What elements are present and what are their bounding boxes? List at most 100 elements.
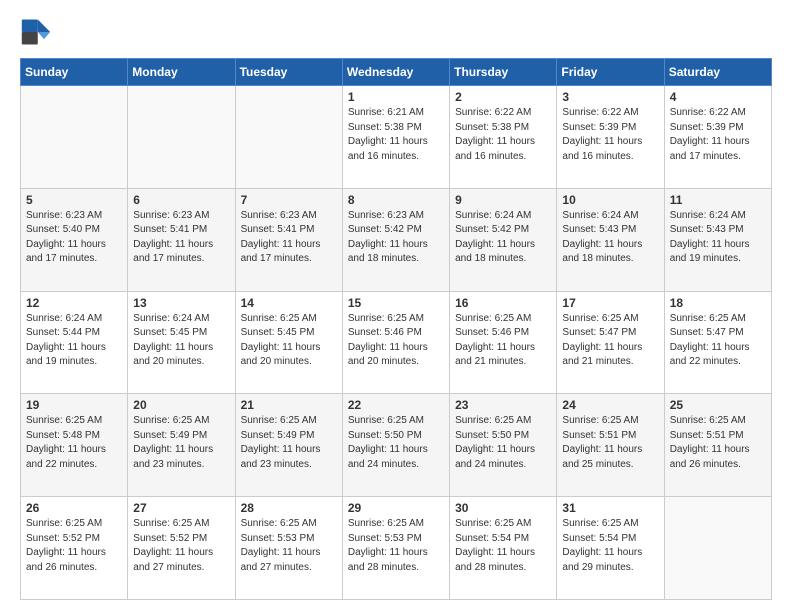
day-number: 14 xyxy=(241,296,337,310)
day-cell-9: 9Sunrise: 6:24 AMSunset: 5:42 PMDaylight… xyxy=(450,188,557,291)
day-number: 31 xyxy=(562,501,658,515)
day-cell-27: 27 Sunrise: 6:25 AMSunset: 5:52 PMDayligh… xyxy=(128,497,235,600)
day-cell-18: 18 Sunrise: 6:25 AMSunset: 5:47 PMDayligh… xyxy=(664,291,771,394)
day-number: 20 xyxy=(133,398,229,412)
day-number: 22 xyxy=(348,398,444,412)
day-info: Sunrise: 6:25 AMSunset: 5:49 PMDaylight:… xyxy=(241,414,337,472)
day-info: Sunrise: 6:25 AMSunset: 5:49 PMDaylight:… xyxy=(133,414,229,472)
day-info: Sunrise: 6:25 AMSunset: 5:47 PMDaylight:… xyxy=(562,312,658,370)
day-cell-29: 29Sunrise: 6:25 AMSunset: 5:53 PMDayligh… xyxy=(342,497,449,600)
day-cell-11: 11 Sunrise: 6:24 AMSunset: 5:43 PMDayligh… xyxy=(664,188,771,291)
day-cell-20: 20 Sunrise: 6:25 AMSunset: 5:49 PMDayligh… xyxy=(128,394,235,497)
day-number: 25 xyxy=(670,398,766,412)
day-info: Sunrise: 6:25 AMSunset: 5:46 PMDaylight:… xyxy=(348,312,444,370)
day-number: 5 xyxy=(26,193,122,207)
calendar-week-1: 1Sunrise: 6:21 AMSunset: 5:38 PMDaylight… xyxy=(21,86,772,189)
day-number: 2 xyxy=(455,90,551,104)
logo-icon xyxy=(20,16,52,48)
empty-cell xyxy=(235,86,342,189)
day-cell-16: 16 Sunrise: 6:25 AMSunset: 5:46 PMDayligh… xyxy=(450,291,557,394)
day-cell-4: 4 Sunrise: 6:22 AMSunset: 5:39 PMDaylight… xyxy=(664,86,771,189)
day-info: Sunrise: 6:24 AMSunset: 5:45 PMDaylight:… xyxy=(133,312,229,370)
day-number: 28 xyxy=(241,501,337,515)
day-cell-3: 3Sunrise: 6:22 AMSunset: 5:39 PMDaylight… xyxy=(557,86,664,189)
weekday-monday: Monday xyxy=(128,59,235,86)
day-number: 18 xyxy=(670,296,766,310)
calendar-week-2: 5 Sunrise: 6:23 AMSunset: 5:40 PMDaylight… xyxy=(21,188,772,291)
day-info: Sunrise: 6:25 AMSunset: 5:46 PMDaylight:… xyxy=(455,312,551,370)
day-info: Sunrise: 6:24 AMSunset: 5:44 PMDaylight:… xyxy=(26,312,122,370)
day-info: Sunrise: 6:22 AMSunset: 5:39 PMDaylight:… xyxy=(562,106,658,164)
empty-cell xyxy=(128,86,235,189)
day-info: Sunrise: 6:25 AMSunset: 5:53 PMDaylight:… xyxy=(241,517,337,575)
day-info: Sunrise: 6:25 AMSunset: 5:50 PMDaylight:… xyxy=(348,414,444,472)
day-info: Sunrise: 6:24 AMSunset: 5:43 PMDaylight:… xyxy=(670,209,766,267)
day-cell-24: 24Sunrise: 6:25 AMSunset: 5:51 PMDayligh… xyxy=(557,394,664,497)
day-cell-21: 21Sunrise: 6:25 AMSunset: 5:49 PMDayligh… xyxy=(235,394,342,497)
day-number: 27 xyxy=(133,501,229,515)
weekday-tuesday: Tuesday xyxy=(235,59,342,86)
logo xyxy=(20,16,56,48)
day-info: Sunrise: 6:25 AMSunset: 5:45 PMDaylight:… xyxy=(241,312,337,370)
calendar-week-5: 26 Sunrise: 6:25 AMSunset: 5:52 PMDayligh… xyxy=(21,497,772,600)
day-info: Sunrise: 6:23 AMSunset: 5:40 PMDaylight:… xyxy=(26,209,122,267)
day-number: 6 xyxy=(133,193,229,207)
day-number: 7 xyxy=(241,193,337,207)
calendar-week-3: 12Sunrise: 6:24 AMSunset: 5:44 PMDayligh… xyxy=(21,291,772,394)
day-info: Sunrise: 6:25 AMSunset: 5:52 PMDaylight:… xyxy=(133,517,229,575)
day-cell-12: 12Sunrise: 6:24 AMSunset: 5:44 PMDayligh… xyxy=(21,291,128,394)
day-info: Sunrise: 6:25 AMSunset: 5:47 PMDaylight:… xyxy=(670,312,766,370)
day-number: 1 xyxy=(348,90,444,104)
day-info: Sunrise: 6:23 AMSunset: 5:41 PMDaylight:… xyxy=(241,209,337,267)
day-number: 13 xyxy=(133,296,229,310)
day-info: Sunrise: 6:25 AMSunset: 5:48 PMDaylight:… xyxy=(26,414,122,472)
page: SundayMondayTuesdayWednesdayThursdayFrid… xyxy=(0,0,792,612)
day-info: Sunrise: 6:25 AMSunset: 5:52 PMDaylight:… xyxy=(26,517,122,575)
day-cell-7: 7 Sunrise: 6:23 AMSunset: 5:41 PMDaylight… xyxy=(235,188,342,291)
day-info: Sunrise: 6:24 AMSunset: 5:43 PMDaylight:… xyxy=(562,209,658,267)
empty-cell xyxy=(664,497,771,600)
day-cell-2: 2 Sunrise: 6:22 AMSunset: 5:38 PMDaylight… xyxy=(450,86,557,189)
day-cell-23: 23Sunrise: 6:25 AMSunset: 5:50 PMDayligh… xyxy=(450,394,557,497)
day-number: 8 xyxy=(348,193,444,207)
day-cell-5: 5 Sunrise: 6:23 AMSunset: 5:40 PMDaylight… xyxy=(21,188,128,291)
day-info: Sunrise: 6:22 AMSunset: 5:39 PMDaylight:… xyxy=(670,106,766,164)
day-number: 29 xyxy=(348,501,444,515)
header xyxy=(20,16,772,48)
day-number: 4 xyxy=(670,90,766,104)
day-cell-8: 8 Sunrise: 6:23 AMSunset: 5:42 PMDaylight… xyxy=(342,188,449,291)
weekday-saturday: Saturday xyxy=(664,59,771,86)
day-number: 11 xyxy=(670,193,766,207)
day-info: Sunrise: 6:24 AMSunset: 5:42 PMDaylight:… xyxy=(455,209,551,267)
day-number: 10 xyxy=(562,193,658,207)
calendar: SundayMondayTuesdayWednesdayThursdayFrid… xyxy=(20,58,772,600)
day-cell-30: 30 Sunrise: 6:25 AMSunset: 5:54 PMDayligh… xyxy=(450,497,557,600)
day-cell-22: 22 Sunrise: 6:25 AMSunset: 5:50 PMDayligh… xyxy=(342,394,449,497)
day-number: 17 xyxy=(562,296,658,310)
day-cell-1: 1Sunrise: 6:21 AMSunset: 5:38 PMDaylight… xyxy=(342,86,449,189)
day-cell-13: 13 Sunrise: 6:24 AMSunset: 5:45 PMDayligh… xyxy=(128,291,235,394)
day-number: 19 xyxy=(26,398,122,412)
day-info: Sunrise: 6:25 AMSunset: 5:51 PMDaylight:… xyxy=(670,414,766,472)
day-cell-25: 25 Sunrise: 6:25 AMSunset: 5:51 PMDayligh… xyxy=(664,394,771,497)
day-cell-19: 19 Sunrise: 6:25 AMSunset: 5:48 PMDayligh… xyxy=(21,394,128,497)
day-number: 16 xyxy=(455,296,551,310)
day-info: Sunrise: 6:22 AMSunset: 5:38 PMDaylight:… xyxy=(455,106,551,164)
day-info: Sunrise: 6:25 AMSunset: 5:54 PMDaylight:… xyxy=(455,517,551,575)
weekday-wednesday: Wednesday xyxy=(342,59,449,86)
day-number: 15 xyxy=(348,296,444,310)
calendar-week-4: 19 Sunrise: 6:25 AMSunset: 5:48 PMDayligh… xyxy=(21,394,772,497)
weekday-friday: Friday xyxy=(557,59,664,86)
day-number: 30 xyxy=(455,501,551,515)
day-cell-10: 10 Sunrise: 6:24 AMSunset: 5:43 PMDayligh… xyxy=(557,188,664,291)
day-number: 26 xyxy=(26,501,122,515)
day-cell-14: 14 Sunrise: 6:25 AMSunset: 5:45 PMDayligh… xyxy=(235,291,342,394)
day-info: Sunrise: 6:25 AMSunset: 5:50 PMDaylight:… xyxy=(455,414,551,472)
day-info: Sunrise: 6:25 AMSunset: 5:54 PMDaylight:… xyxy=(562,517,658,575)
day-cell-6: 6 Sunrise: 6:23 AMSunset: 5:41 PMDaylight… xyxy=(128,188,235,291)
day-info: Sunrise: 6:23 AMSunset: 5:42 PMDaylight:… xyxy=(348,209,444,267)
day-cell-31: 31 Sunrise: 6:25 AMSunset: 5:54 PMDayligh… xyxy=(557,497,664,600)
day-info: Sunrise: 6:23 AMSunset: 5:41 PMDaylight:… xyxy=(133,209,229,267)
day-number: 24 xyxy=(562,398,658,412)
weekday-thursday: Thursday xyxy=(450,59,557,86)
